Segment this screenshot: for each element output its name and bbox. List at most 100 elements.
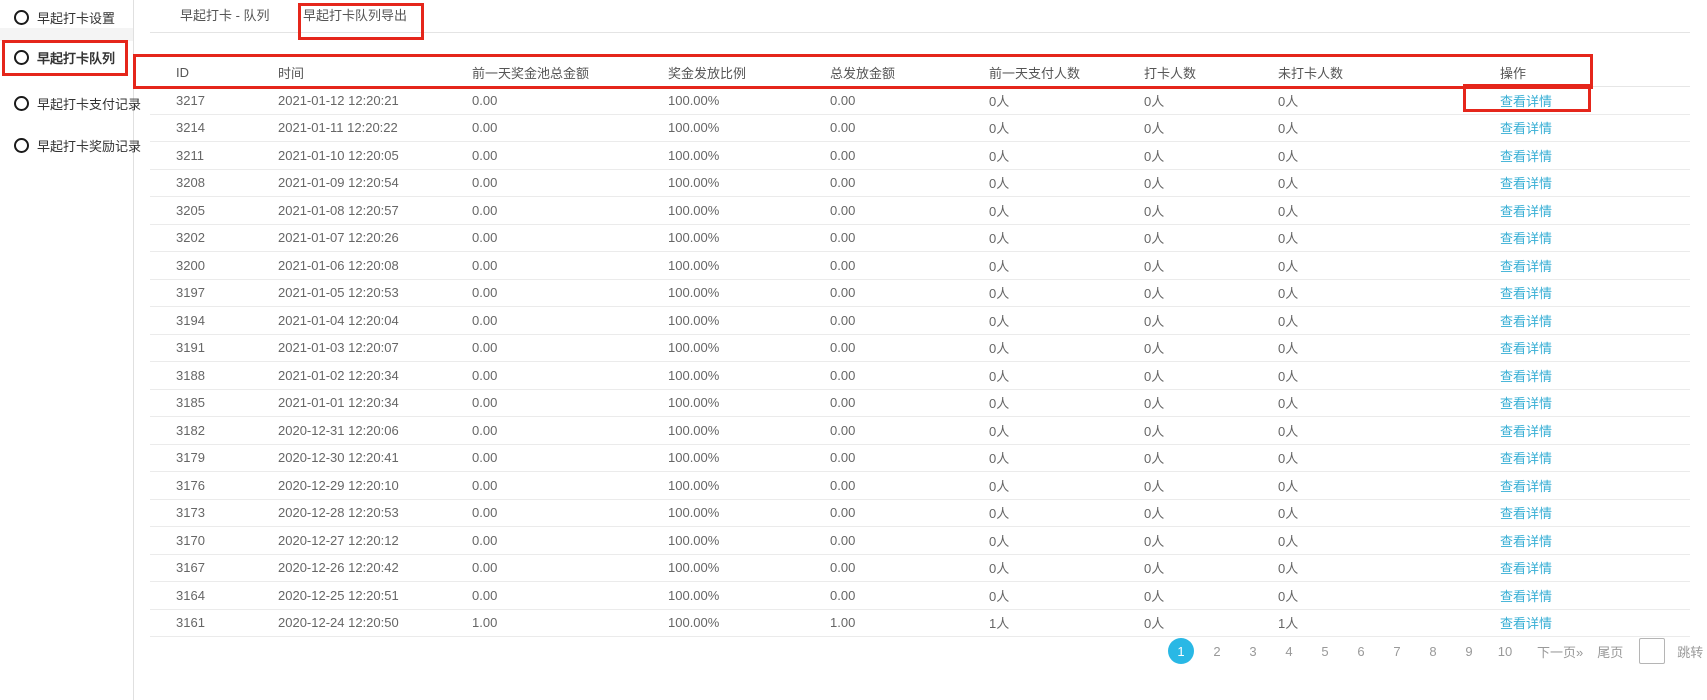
table-row: 31882021-01-02 12:20:340.00100.00%0.000人… [150, 362, 1690, 390]
table-cell: 0人 [1278, 114, 1500, 142]
table-cell: 100.00% [668, 417, 830, 445]
table-cell: 2021-01-10 12:20:05 [278, 142, 472, 170]
view-detail-link[interactable]: 查看详情 [1500, 286, 1552, 301]
table-cell: 0人 [1144, 609, 1278, 637]
table-cell: 0.00 [472, 362, 668, 390]
table-cell: 0人 [1144, 444, 1278, 472]
table-cell: 0人 [1278, 527, 1500, 555]
view-detail-link[interactable]: 查看详情 [1500, 396, 1552, 411]
view-detail-link[interactable]: 查看详情 [1500, 314, 1552, 329]
table-cell: 2020-12-24 12:20:50 [278, 609, 472, 637]
view-detail-link[interactable]: 查看详情 [1500, 121, 1552, 136]
table-row: 31642020-12-25 12:20:510.00100.00%0.000人… [150, 582, 1690, 610]
table-cell: 100.00% [668, 197, 830, 225]
table-cell: 0人 [989, 252, 1144, 280]
view-detail-link[interactable]: 查看详情 [1500, 451, 1552, 466]
table-cell: 3217 [150, 87, 278, 115]
table-cell: 3191 [150, 334, 278, 362]
table-cell: 0人 [989, 197, 1144, 225]
table-cell: 1人 [989, 609, 1144, 637]
table-cell: 0人 [989, 362, 1144, 390]
table-cell: 3179 [150, 444, 278, 472]
table-cell: 0.00 [472, 279, 668, 307]
page-number-9[interactable]: 9 [1451, 644, 1487, 659]
table-cell: 0.00 [830, 307, 989, 335]
table-cell: 0人 [1144, 224, 1278, 252]
table-cell: 100.00% [668, 362, 830, 390]
table-cell: 2021-01-03 12:20:07 [278, 334, 472, 362]
table-cell: 100.00% [668, 142, 830, 170]
tab-queue-export[interactable]: 早起打卡队列导出 [303, 0, 407, 32]
page-number-8[interactable]: 8 [1415, 644, 1451, 659]
view-detail-link[interactable]: 查看详情 [1500, 204, 1552, 219]
view-detail-link[interactable]: 查看详情 [1500, 259, 1552, 274]
table-row: 31762020-12-29 12:20:100.00100.00%0.000人… [150, 472, 1690, 500]
table-cell: 100.00% [668, 87, 830, 115]
page-number-4[interactable]: 4 [1271, 644, 1307, 659]
table-cell: 3214 [150, 114, 278, 142]
view-detail-link[interactable]: 查看详情 [1500, 561, 1552, 576]
table-cell: 3185 [150, 389, 278, 417]
table-cell: 0人 [1144, 114, 1278, 142]
table-cell: 0.00 [472, 334, 668, 362]
page-number-1[interactable]: 1 [1168, 638, 1194, 664]
jump-page-input[interactable] [1639, 638, 1665, 664]
view-detail-link[interactable]: 查看详情 [1500, 506, 1552, 521]
table-cell: 1人 [1278, 609, 1500, 637]
table-cell: 2021-01-02 12:20:34 [278, 362, 472, 390]
view-detail-link[interactable]: 查看详情 [1500, 231, 1552, 246]
table-cell: 0人 [989, 444, 1144, 472]
view-detail-link[interactable]: 查看详情 [1500, 589, 1552, 604]
last-page-button[interactable]: 尾页 [1597, 642, 1623, 661]
table-cell: 1.00 [830, 609, 989, 637]
page-number-2[interactable]: 2 [1199, 644, 1235, 659]
view-detail-link[interactable]: 查看详情 [1500, 424, 1552, 439]
table-cell: 3188 [150, 362, 278, 390]
view-detail-link[interactable]: 查看详情 [1500, 616, 1552, 631]
sidebar-item-label: 早起打卡支付记录 [37, 94, 141, 113]
table-cell: 3182 [150, 417, 278, 445]
table-cell: 0.00 [472, 389, 668, 417]
table-cell: 0人 [1144, 389, 1278, 417]
sidebar-item-2[interactable]: 早起打卡支付记录 [14, 93, 141, 113]
page-number-10[interactable]: 10 [1487, 644, 1523, 659]
table-row: 31612020-12-24 12:20:501.00100.00%1.001人… [150, 609, 1690, 637]
table-cell: 0人 [1278, 224, 1500, 252]
table-cell: 0人 [989, 582, 1144, 610]
table-cell: 0人 [989, 114, 1144, 142]
view-detail-link[interactable]: 查看详情 [1500, 534, 1552, 549]
next-page-button[interactable]: 下一页» [1537, 642, 1583, 661]
page-number-6[interactable]: 6 [1343, 644, 1379, 659]
table-cell: 0人 [1278, 252, 1500, 280]
view-detail-link[interactable]: 查看详情 [1500, 94, 1552, 109]
table-cell: 100.00% [668, 582, 830, 610]
table-cell: 2020-12-29 12:20:10 [278, 472, 472, 500]
view-detail-link[interactable]: 查看详情 [1500, 369, 1552, 384]
view-detail-link[interactable]: 查看详情 [1500, 176, 1552, 191]
table-cell: 0人 [1278, 554, 1500, 582]
page-number-7[interactable]: 7 [1379, 644, 1415, 659]
table-cell: 0.00 [472, 499, 668, 527]
table-cell: 2021-01-04 12:20:04 [278, 307, 472, 335]
sidebar-item-label: 早起打卡设置 [37, 8, 115, 27]
column-header: 总发放金额 [830, 58, 989, 87]
page-number-5[interactable]: 5 [1307, 644, 1343, 659]
sidebar-item-1[interactable]: 早起打卡队列 [14, 47, 115, 67]
sidebar-item-label: 早起打卡奖励记录 [37, 136, 141, 155]
view-detail-link[interactable]: 查看详情 [1500, 149, 1552, 164]
jump-button[interactable]: 跳转 [1677, 642, 1703, 661]
table-cell: 0人 [1144, 252, 1278, 280]
tab-queue[interactable]: 早起打卡 - 队列 [180, 0, 270, 32]
table-cell: 0人 [1144, 87, 1278, 115]
table-cell: 2020-12-28 12:20:53 [278, 499, 472, 527]
view-detail-link[interactable]: 查看详情 [1500, 479, 1552, 494]
page-number-3[interactable]: 3 [1235, 644, 1271, 659]
table-cell: 100.00% [668, 114, 830, 142]
table-cell: 3173 [150, 499, 278, 527]
view-detail-link[interactable]: 查看详情 [1500, 341, 1552, 356]
column-header: 未打卡人数 [1278, 58, 1500, 87]
table-cell: 0.00 [830, 252, 989, 280]
table-cell: 0.00 [830, 499, 989, 527]
sidebar-item-0[interactable]: 早起打卡设置 [14, 7, 115, 27]
sidebar-item-3[interactable]: 早起打卡奖励记录 [14, 135, 141, 155]
